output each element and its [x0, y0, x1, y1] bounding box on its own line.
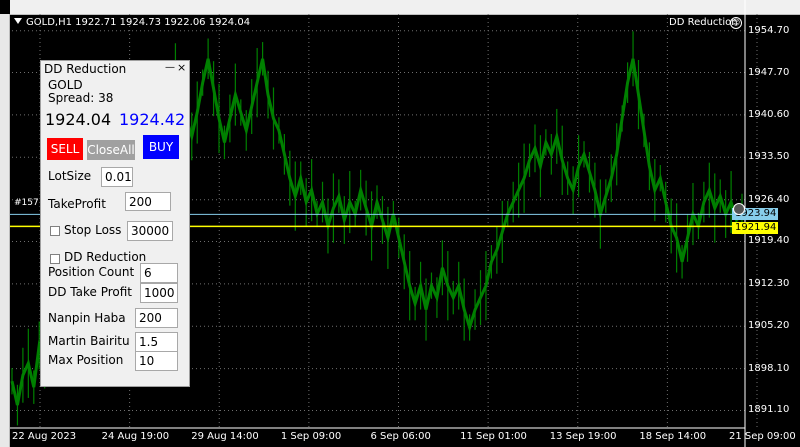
dropdown-triangle-icon[interactable] — [14, 18, 22, 24]
time-axis-label: 18 Sep 14:00 — [639, 431, 707, 442]
panel-title: DD Reduction — [44, 62, 127, 76]
lotsize-label: LotSize — [48, 169, 92, 183]
takeprofit-label: TakeProfit — [48, 197, 106, 211]
time-axis-label: 13 Sep 19:00 — [549, 431, 617, 442]
sell-button[interactable]: SELL — [47, 138, 83, 160]
ask-price: 1924.42 — [119, 110, 186, 129]
dd-takeprofit-label: DD Take Profit — [48, 285, 133, 299]
martin-field[interactable]: 1.5 — [135, 332, 178, 352]
time-axis-label: 11 Sep 01:00 — [460, 431, 527, 442]
maxpos-label: Max Position — [48, 353, 124, 367]
ddreduction-checkbox[interactable] — [50, 254, 60, 264]
stoploss-label: Stop Loss — [64, 223, 122, 237]
panel-titlebar[interactable]: DD Reduction — × — [41, 61, 189, 77]
takeprofit-field[interactable]: 200 — [125, 192, 171, 211]
price-axis-label: 1905.20 — [748, 320, 790, 332]
time-axis-label: 21 Sep 09:00 — [729, 431, 796, 442]
time-axis-label: 22 Aug 2023 — [12, 431, 77, 442]
price-axis-label: 1891.10 — [748, 404, 790, 416]
time-axis-label: 1 Sep 09:00 — [280, 431, 342, 442]
symbol-label: GOLD — [48, 78, 83, 92]
ddreduction-label: DD Reduction — [64, 250, 147, 264]
maxpos-field[interactable]: 10 — [135, 351, 178, 371]
stoploss-field[interactable]: 30000 — [127, 221, 173, 241]
price-axis-label: 1919.40 — [748, 235, 790, 247]
position-count-field[interactable]: 6 — [140, 263, 178, 283]
price-axis-label: 1898.10 — [748, 362, 790, 374]
symbol-header: GOLD,H1 1922.71 1924.73 1922.06 1924.04 — [14, 17, 250, 31]
martin-label: Martin Bairitu — [48, 334, 130, 348]
minimize-button[interactable]: — — [165, 62, 175, 74]
close-all-button[interactable]: CloseAll — [87, 140, 135, 160]
time-axis-label: 24 Aug 19:00 — [101, 431, 170, 442]
price-axis-label: 1947.70 — [748, 66, 790, 78]
price-axis-label: 1940.60 — [748, 108, 790, 120]
nanpin-field[interactable]: 200 — [135, 308, 178, 328]
bid-price-label: 1921.94 — [732, 222, 778, 235]
price-axis-label: 1933.50 — [748, 151, 790, 163]
lotsize-field[interactable]: 0.01 — [101, 167, 133, 187]
time-axis-label: 6 Sep 06:00 — [370, 431, 431, 442]
position-count-label: Position Count — [48, 265, 135, 279]
bid-price: 1924.04 — [45, 110, 112, 129]
order-tag: #157 — [14, 198, 39, 208]
smiley-icon[interactable]: ☺ — [730, 17, 742, 29]
time-axis-label: 29 Aug 14:00 — [191, 431, 259, 442]
symbol-info: GOLD,H1 1922.71 1924.73 1922.06 1924.04 — [26, 17, 251, 28]
buy-button[interactable]: BUY — [143, 135, 179, 159]
dd-takeprofit-field[interactable]: 1000 — [140, 283, 178, 303]
ea-name-label: DD Reduction — [669, 17, 738, 28]
stoploss-checkbox[interactable] — [50, 226, 60, 236]
price-axis-label: 1926.40 — [748, 193, 790, 205]
dd-reduction-panel: DD Reduction — × GOLD Spread: 38 1924.04… — [40, 60, 190, 387]
crosshair-icon[interactable] — [733, 203, 745, 215]
price-axis-label: 1912.30 — [748, 277, 790, 289]
close-button[interactable]: × — [177, 62, 187, 74]
price-axis-label: 1954.70 — [748, 24, 790, 36]
nanpin-label: Nanpin Haba — [48, 311, 126, 325]
spread-label: Spread: 38 — [48, 91, 114, 105]
